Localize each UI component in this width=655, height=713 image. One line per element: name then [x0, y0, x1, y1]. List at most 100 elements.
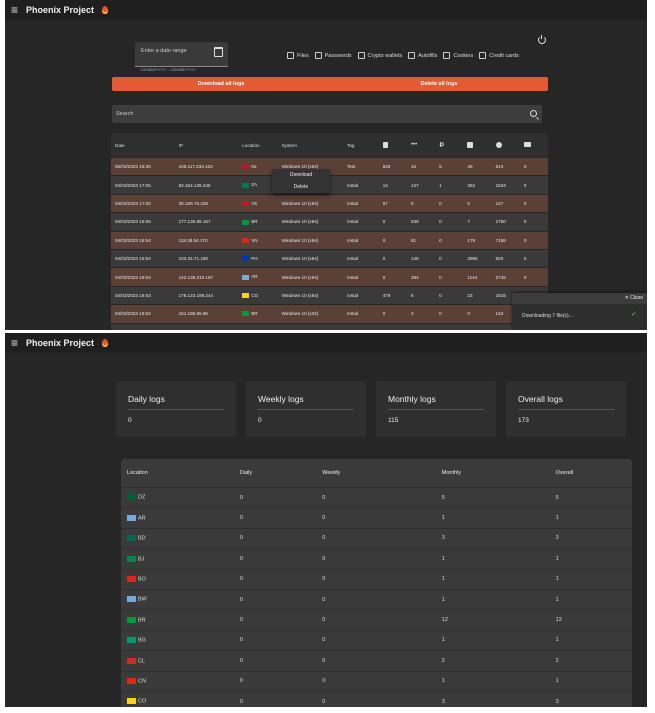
flag-icon — [127, 637, 136, 644]
table-row[interactable]: 04/03/2023 16:53 176.123.189.244 CO Windows… — [111, 285, 548, 305]
column-header[interactable]: System — [278, 143, 343, 148]
checkbox[interactable] — [287, 52, 294, 59]
count-cell: 179 — [467, 237, 476, 243]
checkbox[interactable] — [314, 52, 322, 59]
country-code: NL — [251, 164, 258, 170]
table-row[interactable]: 04/03/2023 16:514.157.197.142AEWindows 1… — [111, 322, 548, 330]
column-header[interactable]: Weekly — [316, 470, 436, 476]
delete-all-button[interactable]: Delete all logs — [330, 77, 548, 91]
download-all-button[interactable]: Download all logs — [112, 77, 330, 91]
search-input[interactable]: Search — [112, 105, 542, 123]
column-header[interactable]: IP — [175, 143, 239, 148]
column-header[interactable]: Tag — [343, 143, 379, 148]
password-icon[interactable]: ••• — [407, 142, 435, 148]
count-cell: 23 — [467, 292, 473, 298]
count-cell: 0 — [322, 637, 326, 644]
count-cell: 67 — [382, 200, 388, 206]
filter-passwords[interactable]: Passwords — [314, 52, 352, 59]
count-cell: 0 — [239, 596, 243, 603]
count-cell: 613 — [495, 164, 504, 170]
menu-icon[interactable]: ≡ — [11, 337, 18, 349]
stat-card-value: 0 — [128, 417, 132, 424]
filter-credit-cards[interactable]: Credit cards — [479, 52, 519, 59]
count-cell: 0 — [467, 200, 470, 206]
divider — [388, 409, 484, 410]
stat-card-overall: Overall logs 173 — [506, 381, 626, 437]
location-cell: CO — [238, 293, 277, 299]
location-cell: BD — [121, 535, 234, 542]
count-cell: 1 — [439, 182, 442, 188]
table-row[interactable]: 04/03/2023 17:00 36.189.76.228 YE Windows 1… — [111, 193, 548, 213]
calendar-icon[interactable] — [214, 47, 223, 57]
checkbox[interactable] — [479, 52, 487, 59]
stat-card-daily: Daily logs 0 — [116, 381, 236, 437]
count-cell: 1 — [441, 596, 445, 603]
count-cell: 0 — [322, 515, 326, 522]
table-row[interactable]: 04/03/2023 16:54 118.38.54.170 VN Windows 1… — [111, 230, 548, 249]
table-row[interactable]: 04/03/2023 16:52 151.168.65.95 BR Windows 1… — [111, 304, 548, 323]
filter-files[interactable]: Files — [287, 52, 309, 59]
count-cell: 148 — [410, 256, 419, 262]
filter-crypto-wallets[interactable]: Crypto wallets — [357, 52, 402, 59]
file-icon[interactable] — [379, 141, 407, 149]
cookie-icon[interactable] — [492, 141, 520, 149]
flag-icon — [127, 576, 136, 583]
count-cell: 0 — [239, 678, 243, 685]
count-cell: 14 — [382, 182, 388, 188]
filter-label: Passwords — [324, 52, 352, 59]
country-code: VN — [251, 237, 258, 243]
country-code: AR — [251, 274, 258, 280]
table-row: AR 0 0 1 1 — [121, 507, 632, 527]
checkbox[interactable] — [443, 52, 451, 59]
table-row[interactable]: 04/03/2023 16:56 177.138.88.167 BR Windows … — [111, 212, 548, 231]
context-download[interactable]: Download — [272, 169, 330, 181]
column-header[interactable]: Date — [111, 143, 175, 148]
count-cell: 1 — [441, 576, 445, 583]
stats-screen: ≡ Phoenix Project Daily logs 0 Weekly lo… — [5, 333, 647, 707]
count-cell: 0 — [322, 555, 326, 562]
column-header[interactable]: Location — [238, 143, 277, 148]
count-cell: 0 — [322, 535, 326, 542]
table-row[interactable]: 04/03/2023 16:54 142.138.210.157 AR Windows… — [111, 267, 548, 286]
credit-card-icon[interactable] — [520, 142, 548, 148]
country-code: PH — [251, 256, 258, 261]
context-delete[interactable]: Delete — [272, 181, 330, 193]
count-cell: 3965 — [467, 256, 478, 262]
table-row[interactable]: 04/03/2023 16:54 103.34.71.180 PH Windows 1… — [111, 248, 548, 268]
power-icon[interactable] — [538, 35, 546, 44]
flag-icon — [127, 514, 136, 521]
table-cell: 118.38.54.170 — [178, 237, 208, 243]
count-cell: 2 — [441, 657, 445, 664]
table-cell: 103.34.71.180 — [178, 256, 208, 262]
filter-bar: Enter a date range DD/MM/YYYY – DD/MM/YY… — [107, 30, 547, 74]
bitcoin-icon[interactable]: ₿ — [435, 142, 463, 148]
table-cell: 36.189.76.228 — [178, 200, 208, 206]
count-cell: 0 — [382, 219, 386, 225]
toast-close-button[interactable]: ✕ Close — [512, 293, 647, 304]
flag-icon — [242, 311, 250, 317]
date-range-placeholder: Enter a date range — [141, 48, 187, 54]
location-cell: BR — [121, 616, 234, 623]
date-range-input[interactable]: Enter a date range DD/MM/YYYY – DD/MM/YY… — [135, 42, 228, 72]
stat-card-title: Daily logs — [128, 394, 165, 404]
filter-autofills[interactable]: Autofills — [408, 52, 437, 59]
filter-cookies[interactable]: Cookies — [443, 52, 473, 59]
column-header[interactable]: Daily — [234, 470, 316, 476]
stat-card-value: 0 — [258, 417, 262, 424]
checkbox[interactable] — [408, 52, 416, 59]
check-icon: ✓ — [631, 311, 637, 318]
column-header[interactable]: Location — [121, 470, 234, 476]
country-code: BR — [251, 219, 258, 225]
count-cell: 0 — [239, 494, 243, 501]
count-cell: 1 — [555, 678, 559, 685]
menu-icon[interactable]: ≡ — [11, 4, 18, 16]
column-header[interactable]: Overall — [550, 470, 632, 476]
column-header[interactable]: Monthly — [436, 470, 550, 476]
country-code: CO — [138, 698, 147, 705]
toast-message: Downloading 7 file(s)... — [522, 313, 573, 319]
autofill-icon[interactable] — [463, 141, 491, 149]
checkbox[interactable] — [357, 52, 365, 59]
location-cell: BJ — [121, 555, 234, 562]
flag-icon — [242, 274, 250, 280]
search-icon[interactable] — [530, 110, 537, 117]
